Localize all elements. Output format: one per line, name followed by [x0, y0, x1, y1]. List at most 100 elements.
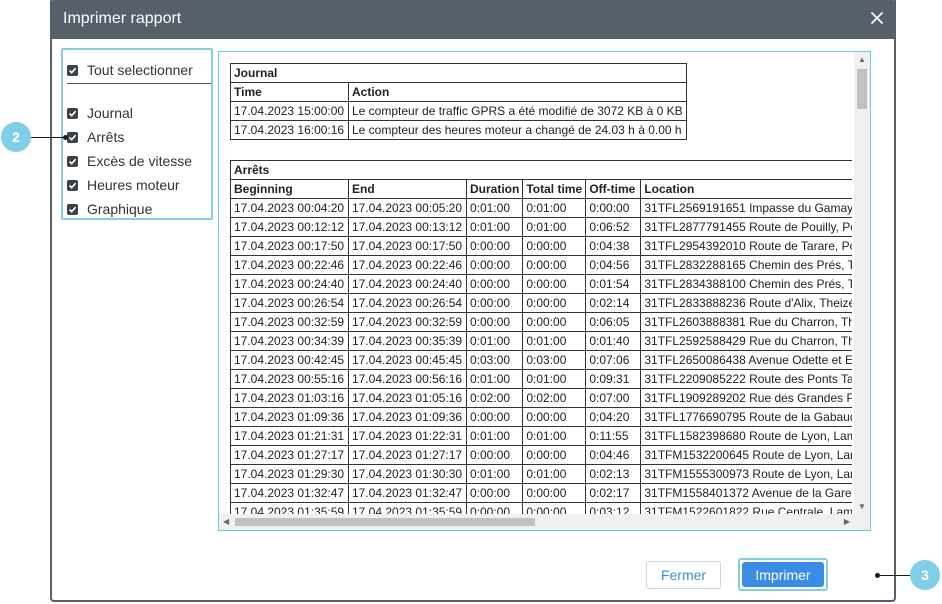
- scroll-left-arrow-icon[interactable]: ◀: [223, 518, 229, 526]
- table-cell: 0:06:05: [585, 312, 642, 332]
- section-speeding-checkbox[interactable]: Excès de vitesse: [67, 151, 192, 171]
- dialog-title: Imprimer rapport: [63, 10, 182, 27]
- select-all-checkbox[interactable]: Tout selectionner: [67, 60, 193, 80]
- table-cell: 31TFL2569191651 Impasse du Gamay,: [640, 198, 852, 218]
- table-cell: 17.04.2023 00:13:12: [348, 217, 467, 237]
- table-cell: 0:03:12: [585, 502, 642, 514]
- table-cell: 17.04.2023 01:35:59: [348, 502, 467, 514]
- table-cell: 0:01:54: [585, 274, 642, 294]
- table-cell: 0:11:55: [585, 426, 642, 446]
- section-engine-hours-checkbox[interactable]: Heures moteur: [67, 175, 180, 195]
- table-cell: 0:00:00: [522, 502, 587, 514]
- table-cell: 17.04.2023 01:03:16: [230, 388, 349, 408]
- table-row: 17.04.2023 00:17:50 17.04.2023 00:17:50 0:…: [230, 236, 852, 256]
- table-cell: 31TFL1909289202 Rue des Grandes Pl: [640, 388, 852, 408]
- close-icon[interactable]: [868, 9, 886, 27]
- table-cell: 17.04.2023 00:24:40: [348, 274, 467, 294]
- table-cell: 0:00:00: [465, 407, 524, 427]
- table-cell: 0:00:00: [522, 407, 587, 427]
- table-row: 17.04.2023 00:12:12 17.04.2023 00:13:12 0:…: [230, 217, 852, 237]
- table-cell: 0:01:40: [585, 331, 642, 351]
- scroll-up-arrow-icon[interactable]: ▲: [858, 56, 866, 64]
- scroll-down-arrow-icon[interactable]: ▼: [858, 503, 866, 511]
- table-cell: 0:01:00: [465, 331, 524, 351]
- table-cell: 17.04.2023 01:27:17: [230, 445, 349, 465]
- table-cell: 17.04.2023 00:32:59: [230, 312, 349, 332]
- table-cell: 17.04.2023 00:56:16: [348, 369, 467, 389]
- table-cell: 0:02:14: [585, 293, 642, 313]
- table-cell: 0:01:00: [522, 217, 587, 237]
- table-cell: 0:04:46: [585, 445, 642, 465]
- table-cell: 0:01:00: [522, 426, 587, 446]
- table-cell: 31TFL2650086438 Avenue Odette et Ed: [640, 350, 852, 370]
- table-cell: 17.04.2023 01:30:30: [348, 464, 467, 484]
- table-cell: 0:00:00: [465, 293, 524, 313]
- table-cell: 31TFM1522601822 Rue Centrale, Lamu: [640, 502, 852, 514]
- table-row: 17.04.2023 00:22:46 17.04.2023 00:22:46 0:…: [230, 255, 852, 275]
- section-chart-checkbox[interactable]: Graphique: [67, 199, 152, 219]
- table-cell: 17.04.2023 01:32:47: [230, 483, 349, 503]
- table-row: 17.04.2023 01:09:36 17.04.2023 01:09:36 0:…: [230, 407, 852, 427]
- checkbox-checked-icon: [67, 107, 78, 119]
- table-row: 17.04.2023 00:42:45 17.04.2023 00:45:45 0:…: [230, 350, 852, 370]
- table-row: 17.04.2023 01:32:47 17.04.2023 01:32:47 0:…: [230, 483, 852, 503]
- table-cell: 17.04.2023 01:21:31: [230, 426, 349, 446]
- table-row: 17.04.2023 01:27:17 17.04.2023 01:27:17 0:…: [230, 445, 852, 465]
- checkbox-checked-icon: [67, 179, 78, 191]
- column-header: Time: [230, 82, 349, 102]
- table-cell: 0:02:00: [522, 388, 587, 408]
- table-row: 17.04.2023 00:24:40 17.04.2023 00:24:40 0:…: [230, 274, 852, 294]
- table-cell: 17.04.2023 01:35:59: [230, 502, 349, 514]
- table-cell: 0:01:00: [465, 369, 524, 389]
- table-row: 17.04.2023 00:34:39 17.04.2023 00:35:39 0:…: [230, 331, 852, 351]
- table-cell: 0:00:00: [465, 445, 524, 465]
- report-sections-panel: Tout selectionner Journal Arrêts Excès d…: [61, 48, 213, 220]
- section-label: Graphique: [87, 201, 153, 217]
- table-cell: 0:00:00: [522, 483, 587, 503]
- column-header: End: [348, 179, 467, 199]
- table-row: 17.04.2023 01:35:59 17.04.2023 01:35:59 0:…: [230, 502, 852, 514]
- table-row: 17.04.2023 01:03:16 17.04.2023 01:05:16 0:…: [230, 388, 852, 408]
- column-header: Beginning: [230, 179, 349, 199]
- close-button[interactable]: Fermer: [646, 561, 721, 589]
- section-journal-checkbox[interactable]: Journal: [67, 103, 133, 123]
- table-cell: Le compteur de traffic GPRS a été modifi…: [348, 101, 687, 121]
- table-cell: 17.04.2023 01:32:47: [348, 483, 467, 503]
- table-row: 17.04.2023 00:32:59 17.04.2023 00:32:59 0:…: [230, 312, 852, 332]
- table-cell: 17.04.2023 00:22:46: [230, 255, 349, 275]
- stops-table: Arrêts Beginning End Duration Total time…: [230, 160, 852, 514]
- vertical-scroll-thumb[interactable]: [857, 69, 867, 109]
- table-cell: 31TFL1776690795 Route de la Gabaud: [640, 407, 852, 427]
- table-cell: 0:03:00: [522, 350, 587, 370]
- table-cell: 17.04.2023 00:34:39: [230, 331, 349, 351]
- table-cell: 0:04:56: [585, 255, 642, 275]
- section-stops-checkbox[interactable]: Arrêts: [67, 127, 124, 147]
- table-cell: 17.04.2023 01:29:30: [230, 464, 349, 484]
- section-label: Arrêts: [87, 129, 125, 145]
- scroll-right-arrow-icon[interactable]: ▶: [844, 518, 850, 526]
- table-cell: 0:06:52: [585, 217, 642, 237]
- table-cell: 17.04.2023 00:26:54: [348, 293, 467, 313]
- table-cell: 31TFL2877791455 Route de Pouilly, Po: [640, 217, 852, 237]
- table-cell: 0:04:20: [585, 407, 642, 427]
- table-cell: 0:02:00: [465, 388, 524, 408]
- table-cell: 0:00:00: [465, 483, 524, 503]
- section-label: Excès de vitesse: [87, 153, 193, 169]
- table-cell: 31TFL2603888381 Rue du Charron, The: [640, 312, 852, 332]
- table-cell: 0:01:00: [465, 426, 524, 446]
- table-cell: 0:00:00: [522, 255, 587, 275]
- table-cell: 0:02:17: [585, 483, 642, 503]
- print-button[interactable]: Imprimer: [742, 562, 824, 587]
- table-cell: 0:02:13: [585, 464, 642, 484]
- table-cell: 17.04.2023 00:04:20: [230, 198, 349, 218]
- table-cell: 17.04.2023 00:24:40: [230, 274, 349, 294]
- vertical-scrollbar[interactable]: ▲ ▼: [854, 52, 870, 514]
- table-cell: 0:01:00: [522, 369, 587, 389]
- table-cell: 17.04.2023 00:05:20: [348, 198, 467, 218]
- table-cell: 17.04.2023 00:55:16: [230, 369, 349, 389]
- report-preview[interactable]: Journal Time Action 17.04.2023 15:00:00 …: [218, 51, 871, 531]
- table-cell: 31TFM1532200645 Route de Lyon, Lam: [640, 445, 852, 465]
- horizontal-scrollbar[interactable]: ◀ ▶: [219, 514, 870, 530]
- table-cell: 0:00:00: [522, 274, 587, 294]
- horizontal-scroll-thumb[interactable]: [235, 518, 535, 526]
